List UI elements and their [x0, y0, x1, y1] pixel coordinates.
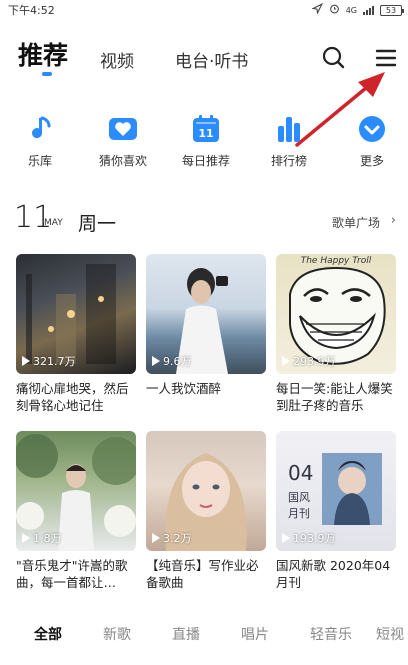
- playlist-card[interactable]: 9.6万 一人我饮酒醉: [146, 254, 266, 414]
- play-count-value: 193.9万: [293, 532, 336, 545]
- play-count: 321.7万: [22, 353, 76, 369]
- playlist-title[interactable]: 一人我饮酒醉: [146, 380, 266, 414]
- play-icon: [22, 356, 30, 366]
- play-count: 9.6万: [152, 353, 192, 369]
- quick-nav-label: 每日推荐: [181, 154, 230, 168]
- quick-nav-label: 更多: [359, 154, 384, 168]
- play-count-value: 321.7万: [33, 355, 76, 368]
- playlist-title[interactable]: 国风新歌 2020年04月刊: [276, 557, 396, 591]
- playlist-cover[interactable]: 9.6万: [146, 254, 266, 374]
- play-icon: [152, 356, 160, 366]
- quick-nav-music-library[interactable]: 乐库: [4, 112, 76, 169]
- quick-nav-daily-recommend[interactable]: 11 每日推荐: [170, 112, 242, 169]
- quick-nav-label: 猜你喜欢: [98, 154, 147, 168]
- playlist-card[interactable]: 321.7万 痛彻心扉地哭，然后刻骨铭心地记住: [16, 254, 136, 414]
- category-all[interactable]: 全部: [34, 624, 62, 644]
- search-button[interactable]: [320, 44, 348, 72]
- playlist-title[interactable]: 每日一笑:能让人爆笑到肚子疼的音乐: [276, 380, 396, 414]
- quick-nav-label: 乐库: [27, 154, 52, 168]
- playlist-plaza-link[interactable]: 歌单广场: [332, 214, 380, 231]
- chevron-down-icon: [359, 116, 385, 142]
- play-count-value: 293.9万: [293, 355, 336, 368]
- chevron-right-icon[interactable]: ›: [391, 213, 396, 228]
- category-light-music[interactable]: 轻音乐: [310, 624, 352, 644]
- play-icon: [22, 533, 30, 543]
- tab-video[interactable]: 视频: [100, 47, 134, 72]
- status-time: 下午4:52: [8, 4, 55, 17]
- play-count: 193.9万: [282, 530, 336, 546]
- active-tab-indicator: [42, 72, 52, 76]
- music-note-icon: [32, 116, 51, 139]
- menu-button[interactable]: [372, 44, 400, 72]
- date-section: 11 MAY 周一 歌单广场 ›: [0, 200, 408, 240]
- signal-icon: [363, 5, 374, 15]
- category-short-video[interactable]: 短视: [376, 624, 404, 644]
- category-albums[interactable]: 唱片: [241, 624, 269, 644]
- bar-chart-icon: [278, 117, 300, 142]
- category-live[interactable]: 直播: [172, 624, 200, 644]
- quick-nav-more[interactable]: 更多: [336, 112, 408, 169]
- top-nav: 推荐 视频 电台·听书: [0, 32, 408, 80]
- quick-nav-charts[interactable]: 排行榜: [253, 112, 325, 169]
- category-new-songs[interactable]: 新歌: [103, 624, 131, 644]
- hamburger-menu-icon: [375, 49, 397, 67]
- playlist-card[interactable]: 04 国风 月刊 193.9万 国风新歌 2020年04月刊: [276, 431, 396, 591]
- search-icon: [322, 46, 345, 69]
- playlist-card[interactable]: 3.2万 【纯音乐】写作业必备歌曲: [146, 431, 266, 591]
- play-icon: [152, 533, 160, 543]
- alarm-icon: [329, 3, 340, 17]
- play-icon: [282, 356, 290, 366]
- battery-level: 53: [385, 5, 397, 15]
- battery-icon: 53: [380, 4, 404, 16]
- play-count: 3.2万: [152, 530, 192, 546]
- quick-nav-label: 排行榜: [270, 154, 307, 168]
- play-count-value: 1.8万: [33, 532, 62, 545]
- date-month: MAY: [44, 218, 63, 228]
- status-icons: 4G 53: [310, 2, 404, 17]
- playlist-cover[interactable]: The Happy Troll 293.9万: [276, 254, 396, 374]
- playlist-cover[interactable]: 1.8万: [16, 431, 136, 551]
- play-icon: [282, 533, 290, 543]
- playlist-cover[interactable]: 04 国风 月刊 193.9万: [276, 431, 396, 551]
- playlist-card[interactable]: The Happy Troll 293.9万 每日一笑:能让人爆笑到肚子疼的音乐: [276, 254, 396, 414]
- quick-nav-guess-you-like[interactable]: 猜你喜欢: [87, 112, 159, 169]
- playlist-card[interactable]: 1.8万 "音乐鬼才"许嵩的歌曲，每一首都让…: [16, 431, 136, 591]
- play-count-value: 9.6万: [163, 355, 192, 368]
- date-weekday: 周一: [78, 213, 117, 235]
- tab-radio-audiobook[interactable]: 电台·听书: [175, 47, 248, 72]
- play-count: 293.9万: [282, 353, 336, 369]
- playlist-cover[interactable]: 321.7万: [16, 254, 136, 374]
- playlist-title[interactable]: 【纯音乐】写作业必备歌曲: [146, 557, 266, 591]
- play-count-value: 3.2万: [163, 532, 192, 545]
- status-bar: 下午4:52 4G 53: [0, 0, 408, 20]
- network-type: 4G: [345, 5, 357, 15]
- tab-recommend[interactable]: 推荐: [18, 36, 68, 72]
- quick-nav: 乐库 猜你喜欢 11 每日推荐 排行榜 更多: [0, 112, 408, 176]
- playlist-cover[interactable]: 3.2万: [146, 431, 266, 551]
- playlist-title[interactable]: 痛彻心扉地哭，然后刻骨铭心地记住: [16, 380, 136, 414]
- calendar-day-badge: 11: [198, 127, 214, 140]
- location-icon: [310, 2, 323, 17]
- heart-icon: [109, 118, 137, 140]
- playlist-title[interactable]: "音乐鬼才"许嵩的歌曲，每一首都让…: [16, 557, 136, 591]
- category-bar: 全部 新歌 直播 唱片 轻音乐 短视: [0, 610, 408, 654]
- play-count: 1.8万: [22, 530, 62, 546]
